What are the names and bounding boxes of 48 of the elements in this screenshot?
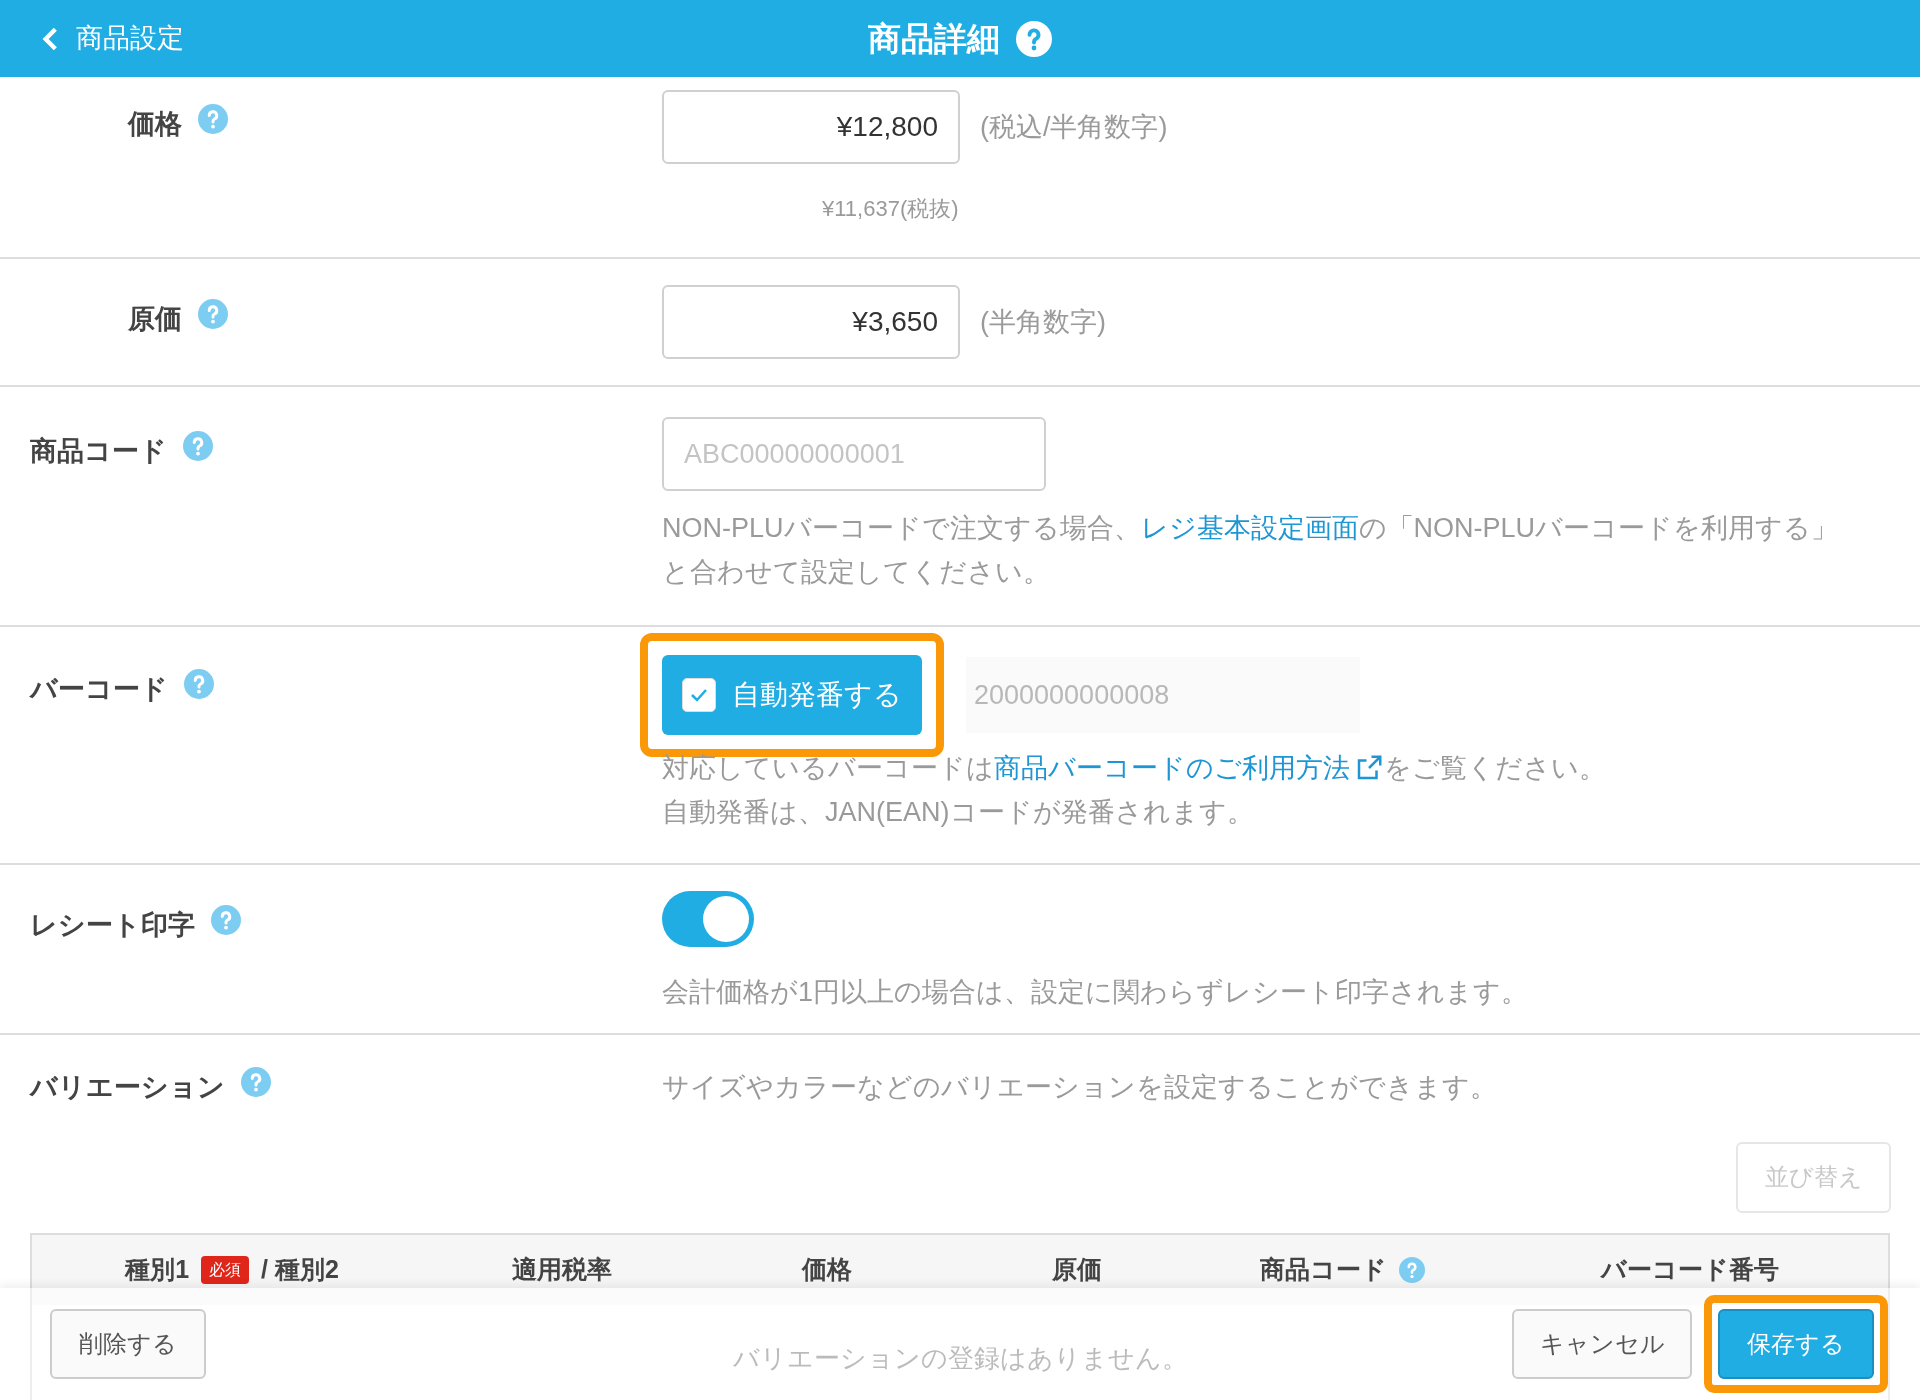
field-label: 原価 xyxy=(128,303,182,336)
save-button[interactable]: 保存する xyxy=(1718,1309,1874,1379)
toggle-switch[interactable] xyxy=(662,891,754,947)
amount-field[interactable]: ¥3,650 xyxy=(662,285,960,359)
description-text: の「NON-PLUバーコードを利用する」 xyxy=(1358,512,1839,545)
empty-message: バリエーションの登録はありません。 xyxy=(732,1341,1188,1375)
description-text: 会計価格が1円以上の場合は、設定に関わらずレシート印字されます。 xyxy=(662,976,1529,1009)
description-text: 自動発番は、JAN(EAN)コードが発番されます。 xyxy=(662,796,1254,829)
description-text: をご覧ください。 xyxy=(1384,752,1606,785)
auto-number-button[interactable]: 自動発番する xyxy=(662,655,922,735)
product-code-field[interactable]: ABC00000000001 xyxy=(662,417,1046,491)
page-title: 商品詳細 xyxy=(868,18,1000,59)
barcode-field: 2000000000008 xyxy=(966,657,1360,733)
back-link[interactable]: 商品設定 xyxy=(38,18,184,59)
help-icon[interactable] xyxy=(184,669,214,699)
amount-field[interactable]: ¥12,800 xyxy=(662,90,960,164)
column-header: 種別1 xyxy=(125,1253,190,1285)
tax-excluded-price: ¥11,637(税抜) xyxy=(821,195,960,223)
description-text: と合わせて設定してください。 xyxy=(662,556,1050,589)
help-icon[interactable] xyxy=(1398,1256,1425,1283)
column-header: バーコード番号 xyxy=(1601,1253,1779,1285)
required-badge: 必須 xyxy=(201,1255,250,1284)
input-hint: (税込/半角数字) xyxy=(980,110,1168,144)
field-label: バリエーション xyxy=(30,1071,225,1104)
help-icon[interactable] xyxy=(198,299,228,329)
field-label: 商品コード xyxy=(30,435,167,468)
help-icon[interactable] xyxy=(183,431,213,461)
field-label: 価格 xyxy=(128,108,182,141)
column-header: 適用税率 xyxy=(512,1253,612,1285)
input-hint: (半角数字) xyxy=(980,305,1106,339)
column-header: 原価 xyxy=(1052,1253,1102,1285)
help-link[interactable]: 商品バーコードのご利用方法 xyxy=(994,751,1384,785)
help-link[interactable]: レジ基本設定画面 xyxy=(1140,511,1359,545)
help-icon[interactable] xyxy=(241,1067,271,1097)
description-text: NON-PLUバーコードで注文する場合、 xyxy=(662,512,1141,545)
column-header: / 種別2 xyxy=(261,1253,339,1285)
field-label: バーコード xyxy=(30,673,168,706)
checkbox-icon xyxy=(682,678,716,712)
column-header: 価格 xyxy=(802,1253,852,1285)
delete-button[interactable]: 削除する xyxy=(50,1309,206,1379)
description-text: 対応しているバーコードは xyxy=(662,752,994,785)
help-icon[interactable] xyxy=(198,104,228,134)
field-label: レシート印字 xyxy=(30,909,195,942)
help-icon[interactable] xyxy=(211,905,241,935)
cancel-button[interactable]: キャンセル xyxy=(1512,1309,1692,1379)
help-icon[interactable] xyxy=(1016,20,1052,57)
description-text: サイズやカラーなどのバリエーションを設定することができます。 xyxy=(662,1071,1497,1104)
column-header: 商品コード xyxy=(1259,1253,1387,1285)
